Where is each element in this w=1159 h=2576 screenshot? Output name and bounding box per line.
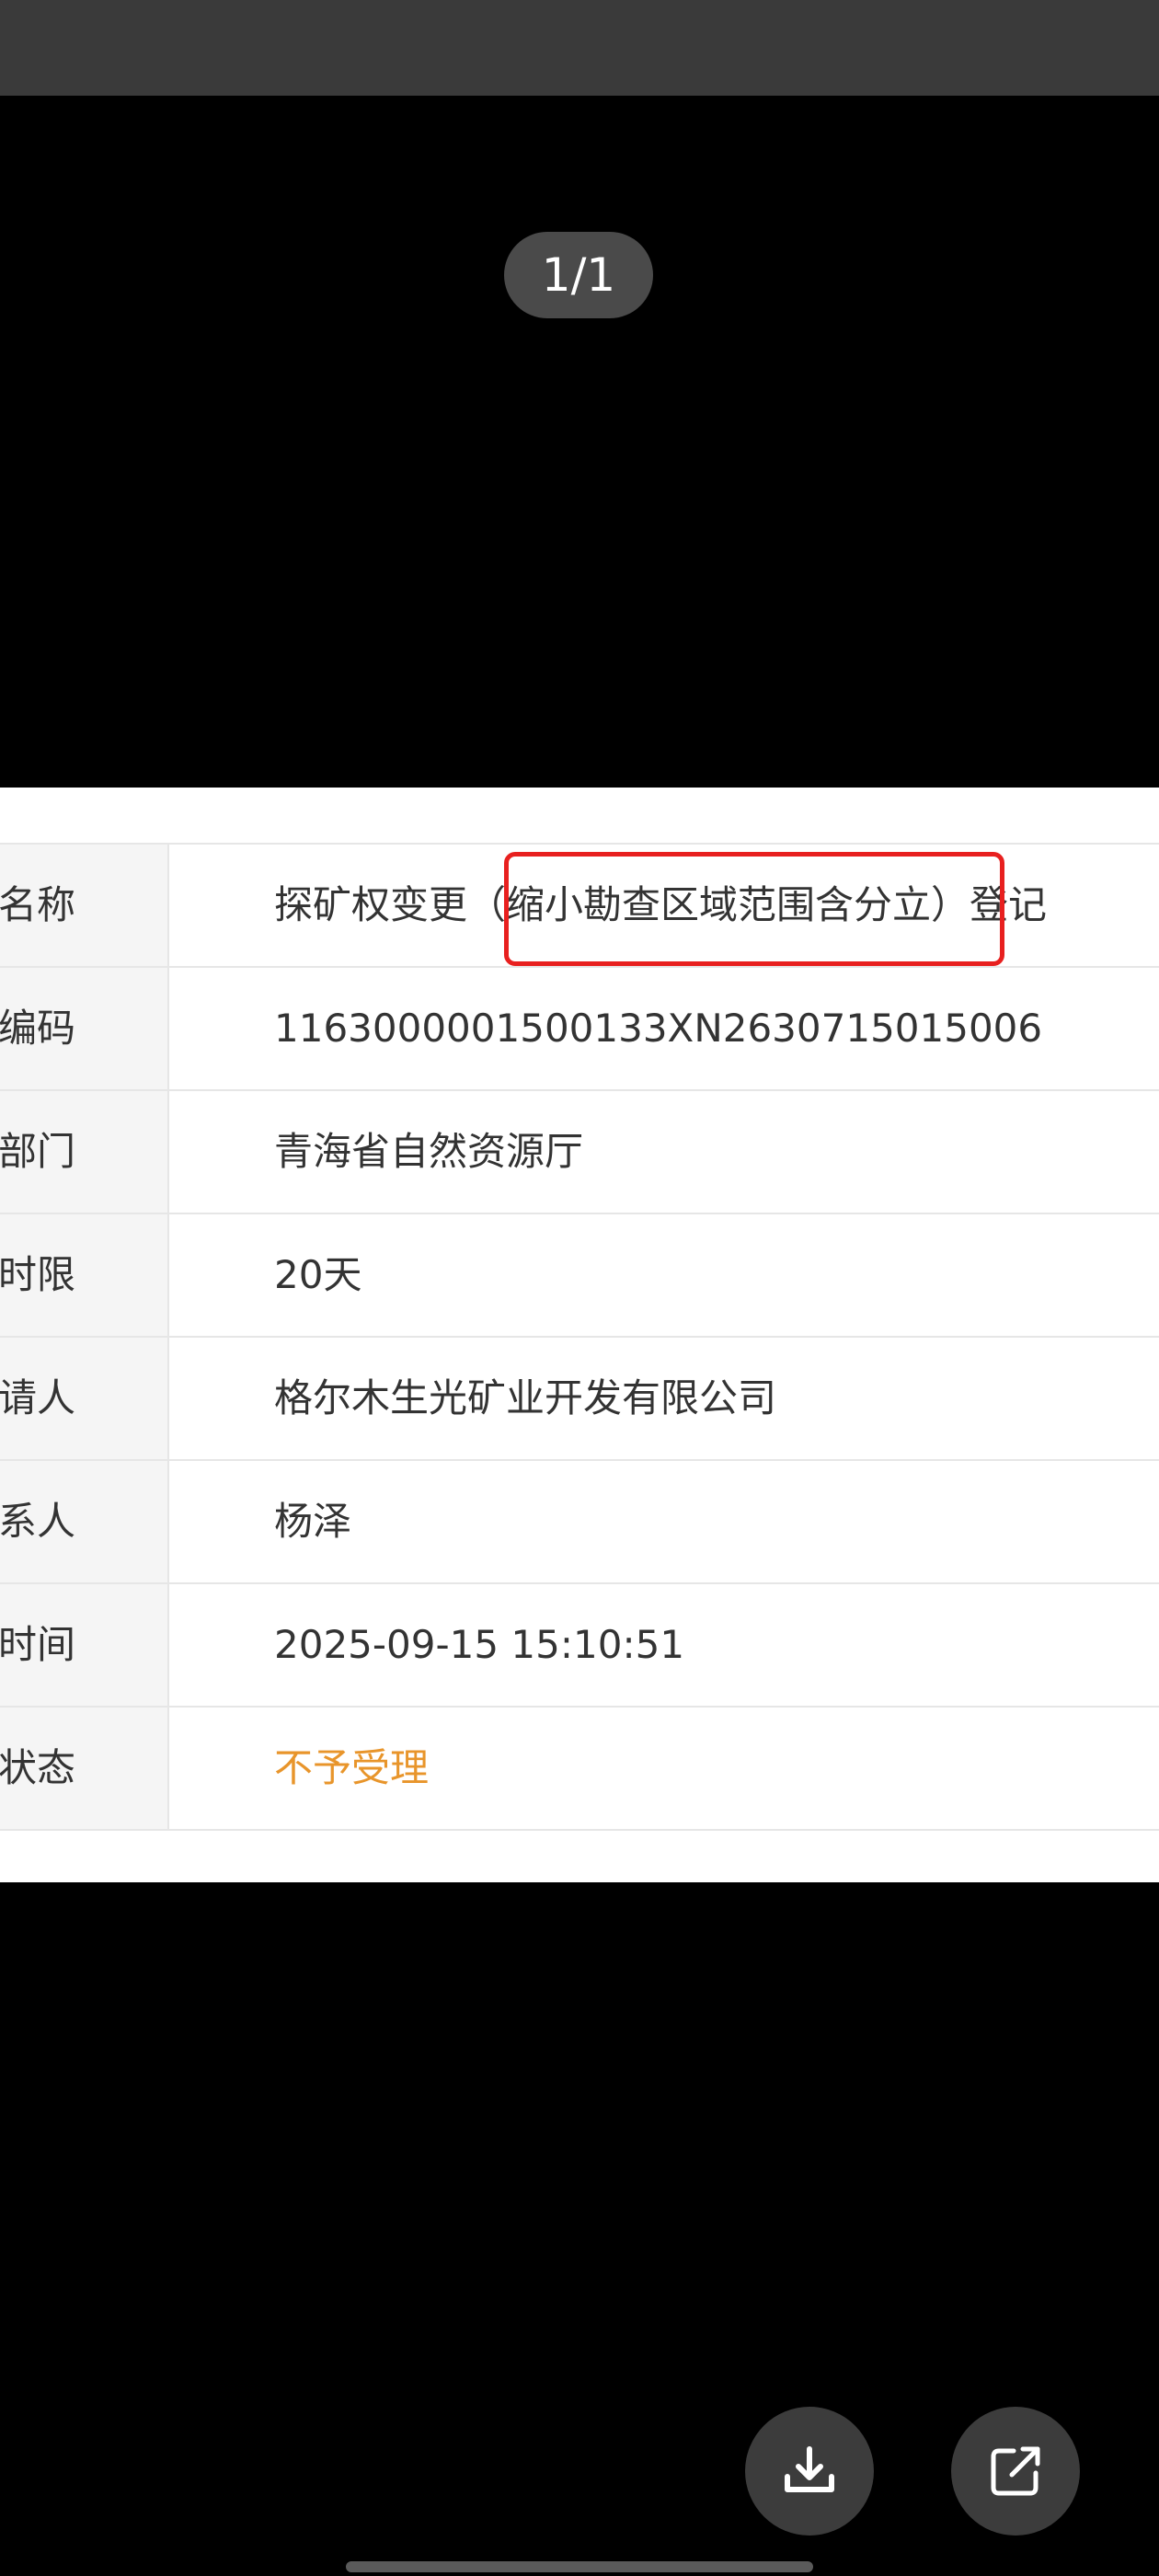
table-row-applicant: 项目申请人 格尔木生光矿业开发有限公司 (0, 1338, 1159, 1461)
table-row-time-limit: 承诺时限 20天 (0, 1214, 1159, 1338)
row-label: 承诺时限 (0, 1252, 75, 1297)
row-label-cell: 申报时间 (0, 1584, 169, 1706)
highlight-annotation-box (504, 852, 1004, 966)
table-row-code: 申报编码 1163000001500133XN2630715015006 (0, 968, 1159, 1091)
row-label: 申报编码 (0, 1006, 75, 1051)
row-label-cell: 联系人 (0, 1461, 169, 1582)
status-value: 不予受理 (274, 1745, 430, 1790)
row-label: 申报时间 (0, 1622, 75, 1667)
download-button[interactable] (745, 2407, 874, 2536)
table-row-submit-time: 申报时间 2025-09-15 15:10:51 (0, 1584, 1159, 1708)
table-row-contact: 联系人 杨泽 (0, 1461, 1159, 1584)
share-button[interactable] (951, 2407, 1080, 2536)
page-counter: 1/1 (504, 232, 653, 318)
row-label: 办理状态 (0, 1745, 75, 1790)
row-label: 事项名称 (0, 882, 75, 927)
row-value: 杨泽 (274, 1499, 352, 1544)
row-value: 1163000001500133XN2630715015006 (274, 1006, 1043, 1051)
row-label: 项目申请人 (0, 1375, 75, 1420)
row-label-cell: 申报编码 (0, 968, 169, 1089)
row-label: 受理部门 (0, 1129, 75, 1174)
row-value: 20天 (274, 1252, 362, 1297)
status-bar (0, 0, 1159, 96)
download-icon (785, 2446, 834, 2492)
share-external-icon (991, 2446, 1040, 2496)
info-table: 事项名称 探矿权变更（缩小勘查区域范围含分立）登记 申报编码 116300000… (0, 843, 1159, 1831)
row-label-cell: 受理部门 (0, 1091, 169, 1213)
row-label-cell: 事项名称 (0, 845, 169, 966)
row-label: 联系人 (0, 1499, 75, 1544)
row-label-cell: 项目申请人 (0, 1338, 169, 1459)
row-value: 2025-09-15 15:10:51 (274, 1622, 685, 1667)
row-value: 青海省自然资源厅 (274, 1129, 584, 1174)
home-indicator[interactable] (346, 2561, 813, 2572)
row-value: 格尔木生光矿业开发有限公司 (274, 1375, 777, 1420)
row-label-cell: 承诺时限 (0, 1214, 169, 1336)
table-row-department: 受理部门 青海省自然资源厅 (0, 1091, 1159, 1214)
row-label-cell: 办理状态 (0, 1708, 169, 1829)
table-row-status: 办理状态 不予受理 (0, 1708, 1159, 1831)
